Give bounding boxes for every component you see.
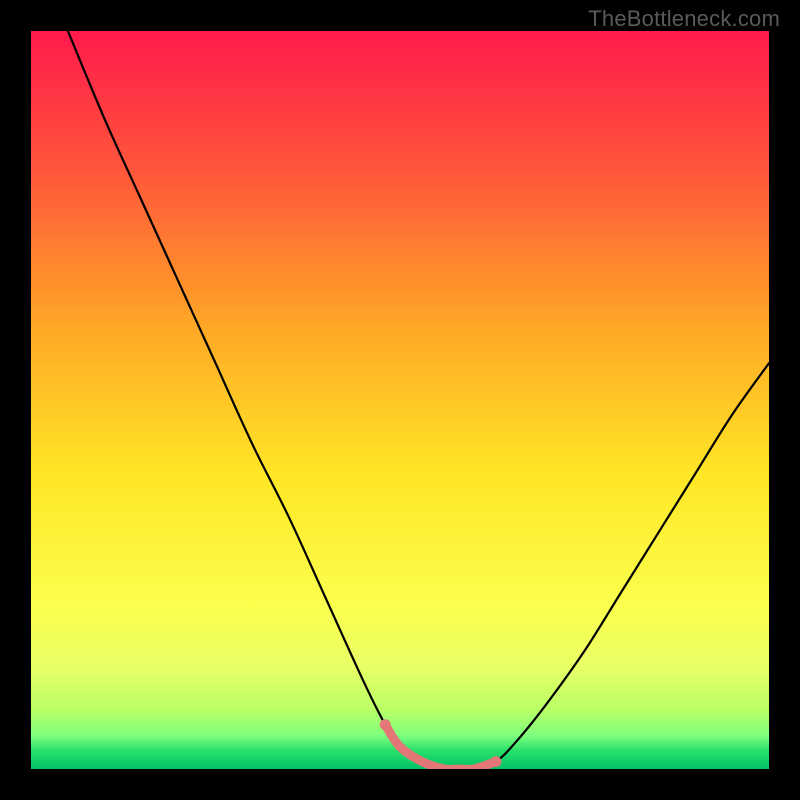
bottleneck-curve	[68, 31, 769, 769]
plot-area	[31, 31, 769, 769]
highlight-endpoint-dot	[490, 756, 501, 767]
watermark-text: TheBottleneck.com	[588, 6, 780, 32]
optimal-region-highlight	[385, 725, 496, 769]
highlight-endpoint-dot	[380, 719, 391, 730]
chart-canvas: TheBottleneck.com	[0, 0, 800, 800]
curve-layer	[31, 31, 769, 769]
